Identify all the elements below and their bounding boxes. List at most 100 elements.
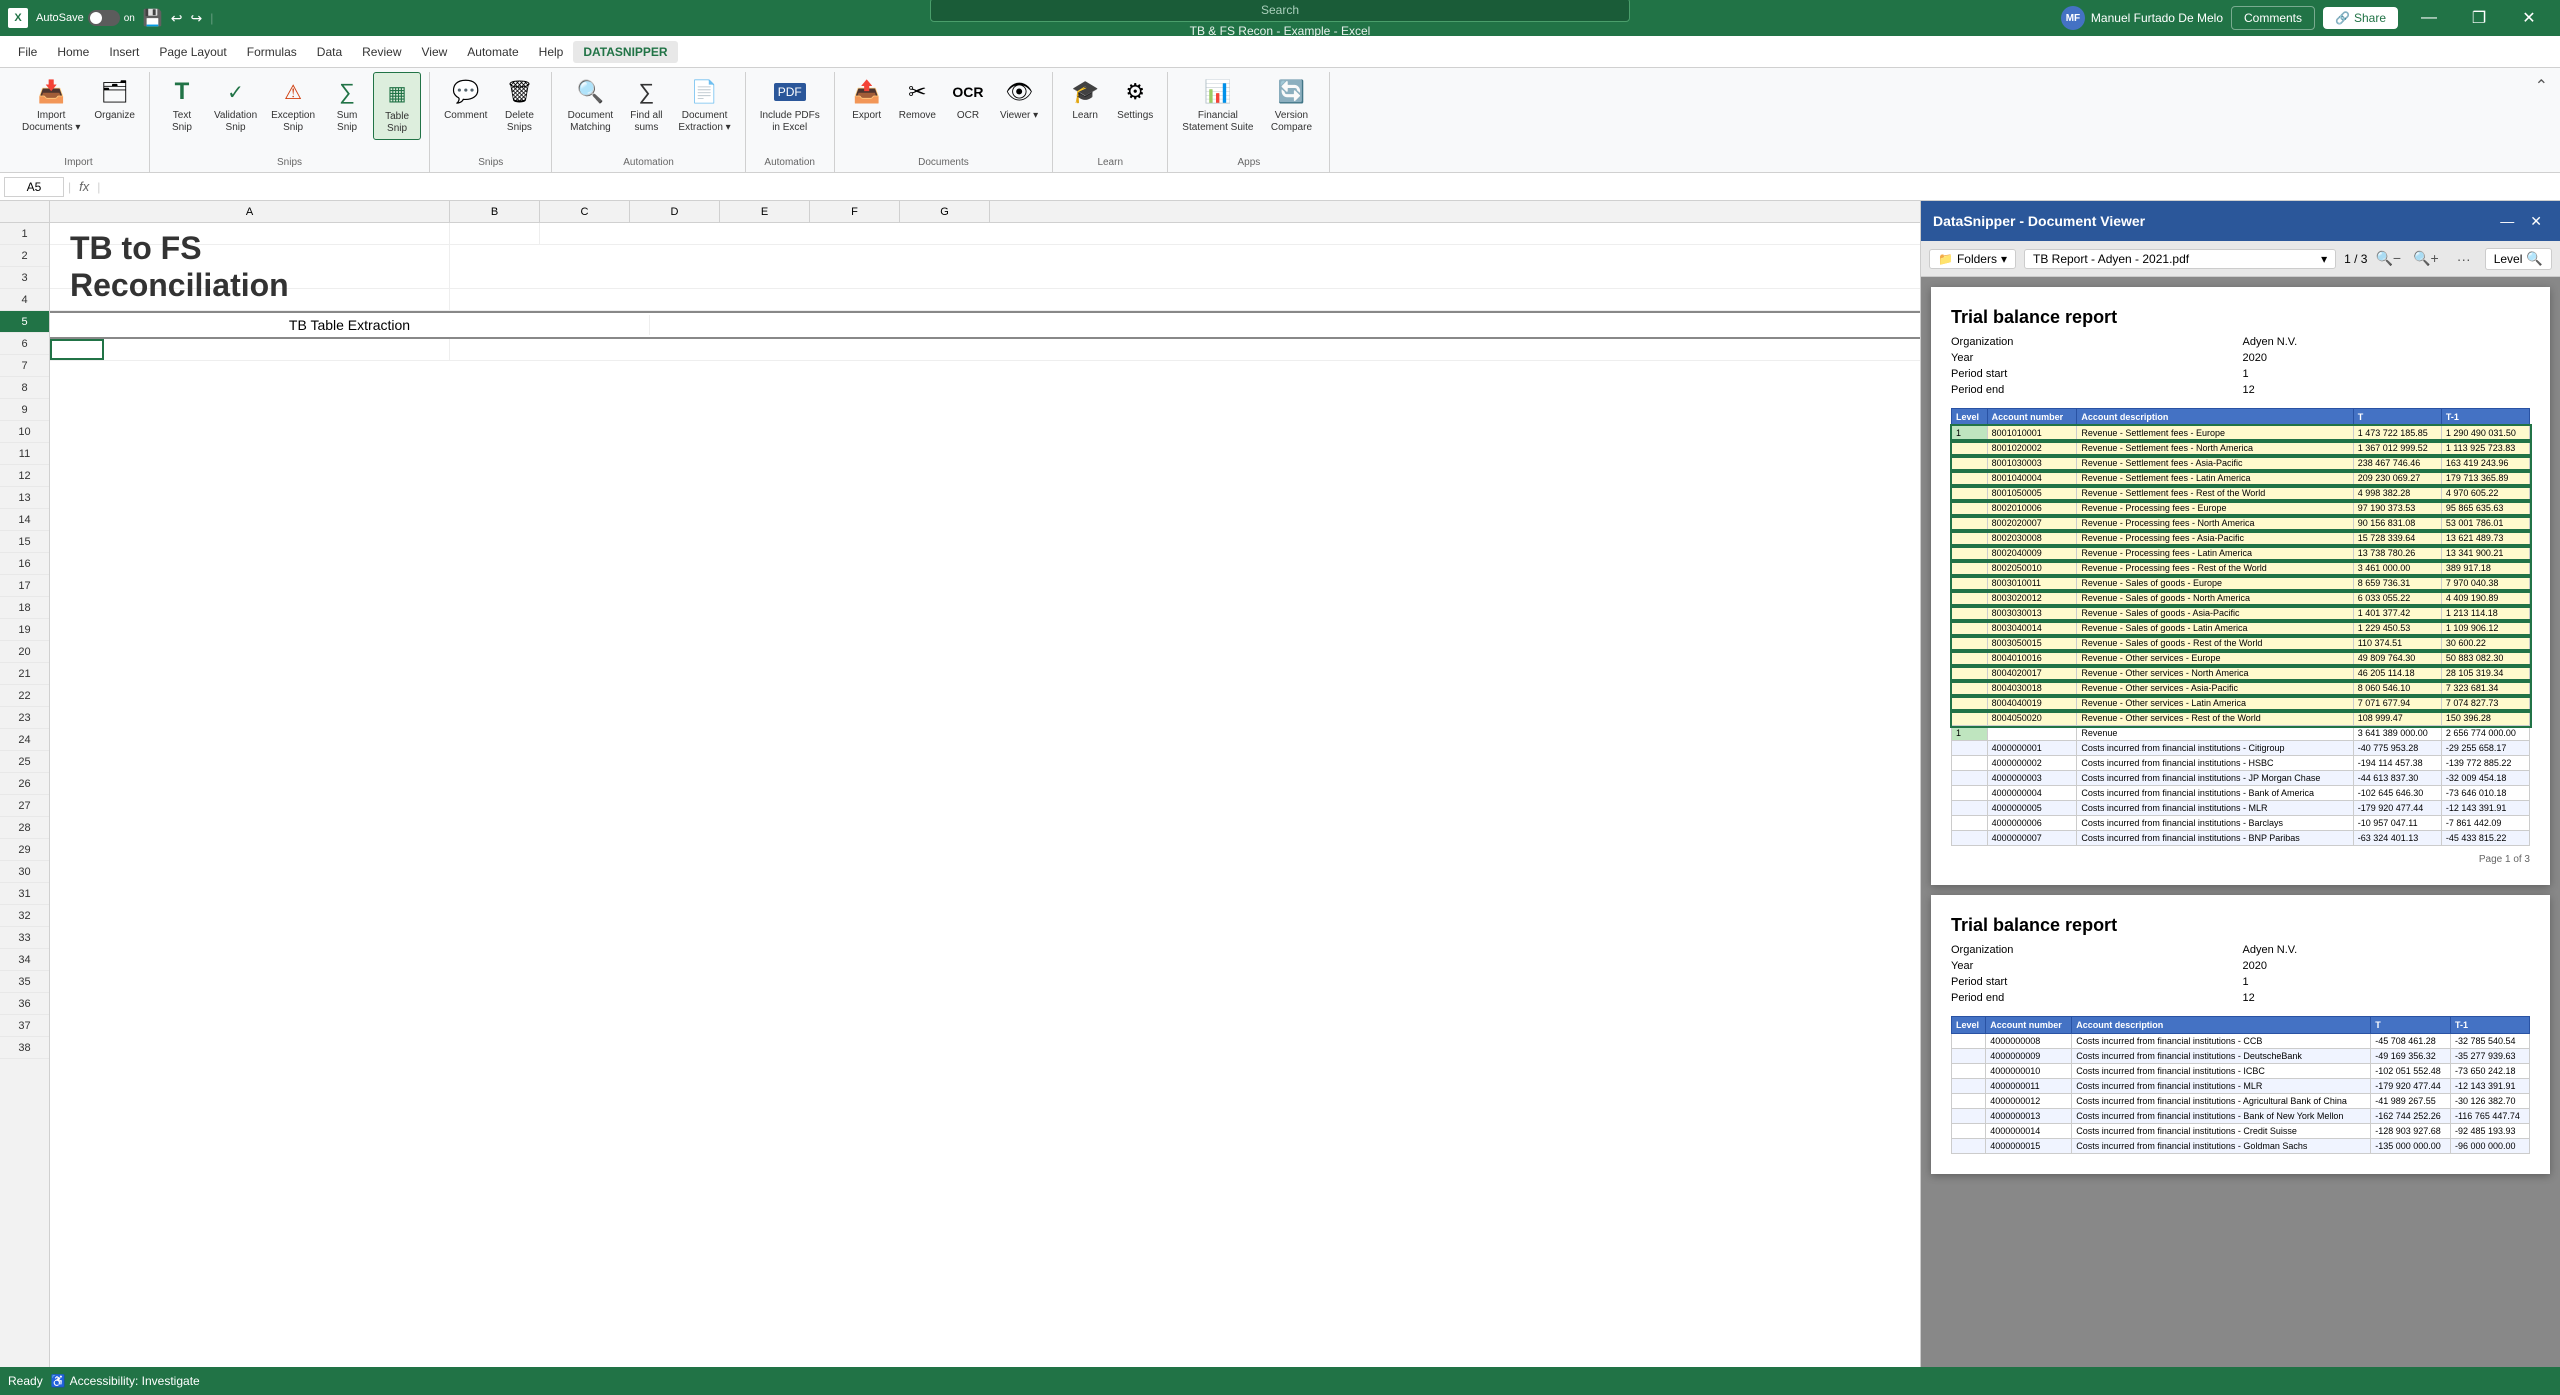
exception-snip-icon: ⚠ (277, 76, 309, 108)
document-extraction-button[interactable]: 📄 DocumentExtraction ▾ (672, 72, 736, 138)
name-box[interactable] (4, 177, 64, 197)
level-search-button[interactable]: 🔍 (2526, 251, 2543, 267)
fx-label: fx (75, 179, 93, 194)
formula-input[interactable] (104, 178, 2556, 196)
sum-snip-button[interactable]: ∑ SumSnip (323, 72, 371, 138)
ribbon-group-documents: 📤 Export ✂ Remove OCR OCR 👁 Viewer ▾ Doc… (835, 72, 1053, 172)
table-snip-button[interactable]: ▦ TableSnip (373, 72, 421, 140)
comments-button[interactable]: Comments (2231, 6, 2315, 30)
comment-label: Comment (444, 110, 487, 122)
doc-viewer-minimize-button[interactable]: — (2494, 211, 2520, 231)
undo-icon[interactable]: ↩ (171, 10, 183, 27)
menu-insert[interactable]: Insert (99, 41, 149, 63)
zoom-out-button[interactable]: 🔍− (2371, 248, 2405, 269)
grid-row-3 (50, 289, 1920, 311)
save-icon[interactable]: 💾 (143, 8, 163, 28)
autosave-toggle[interactable]: AutoSave on (36, 10, 135, 26)
cell-a4-subtitle[interactable]: TB Table Extraction (50, 315, 650, 335)
cell-a3[interactable] (50, 289, 450, 310)
close-button[interactable]: ✕ (2506, 0, 2552, 36)
financial-statement-button[interactable]: 📊 FinancialStatement Suite (1176, 72, 1259, 138)
row-num-19: 19 (0, 619, 49, 641)
user-info: MF Manuel Furtado De Melo (2061, 6, 2223, 30)
menu-automate[interactable]: Automate (457, 41, 528, 63)
file-dropdown[interactable]: TB Report - Adyen - 2021.pdf ▾ (2024, 249, 2336, 269)
redo-icon[interactable]: ↪ (190, 10, 202, 27)
include-pdfs-icon: PDF (774, 76, 806, 108)
exception-snip-button[interactable]: ⚠ ExceptionSnip (265, 72, 321, 138)
learn-button[interactable]: 🎓 Learn (1061, 72, 1109, 126)
col-header-g: G (900, 201, 990, 222)
user-name: Manuel Furtado De Melo (2091, 11, 2223, 25)
organize-icon: 🗂 (99, 76, 131, 108)
collapse-ribbon-icon[interactable]: ⌃ (2535, 76, 2548, 96)
restore-button[interactable]: ❐ (2456, 0, 2502, 36)
row-num-26: 26 (0, 773, 49, 795)
row-num-16: 16 (0, 553, 49, 575)
menu-page-layout[interactable]: Page Layout (149, 41, 236, 63)
year-label-2: Year (1951, 960, 2239, 972)
minimize-button[interactable]: — (2406, 0, 2452, 36)
cell-b1[interactable] (450, 223, 540, 244)
menu-help[interactable]: Help (529, 41, 574, 63)
ribbon: 📥 ImportDocuments ▾ 🗂 Organize Import T … (0, 68, 2560, 173)
comment-icon: 💬 (450, 76, 482, 108)
grid-content-area[interactable]: TB to FS Reconciliation TB Table Extract… (50, 223, 1920, 1367)
zoom-in-button[interactable]: 🔍+ (2409, 248, 2443, 269)
ribbon-collapse[interactable]: ⌃ (2531, 72, 2552, 172)
period-end-value: 12 (2243, 384, 2531, 396)
menu-data[interactable]: Data (307, 41, 352, 63)
menu-review[interactable]: Review (352, 41, 411, 63)
doc-viewer-close-button[interactable]: ✕ (2524, 211, 2548, 232)
level-search[interactable]: Level 🔍 (2485, 248, 2552, 270)
row-num-27: 27 (0, 795, 49, 817)
global-search-input[interactable] (930, 0, 1630, 22)
remove-button[interactable]: ✂ Remove (893, 72, 942, 126)
export-button[interactable]: 📤 Export (843, 72, 891, 126)
row-num-25: 25 (0, 751, 49, 773)
text-snip-button[interactable]: T TextSnip (158, 72, 206, 138)
folders-dropdown[interactable]: 📁 Folders ▾ (1929, 249, 2016, 269)
share-button[interactable]: 🔗 Share (2323, 7, 2398, 29)
menu-formulas[interactable]: Formulas (237, 41, 307, 63)
ocr-label: OCR (957, 110, 979, 122)
menu-home[interactable]: Home (47, 41, 99, 63)
menu-file[interactable]: File (8, 41, 47, 63)
row-num-21: 21 (0, 663, 49, 685)
document-matching-button[interactable]: 🔍 DocumentMatching (560, 72, 620, 138)
version-compare-button[interactable]: 🔄 VersionCompare (1261, 72, 1321, 138)
menu-datasnipper[interactable]: DATASNIPPER (573, 41, 677, 63)
sum-snip-icon: ∑ (331, 76, 363, 108)
cell-b5[interactable] (104, 339, 450, 360)
more-options-button[interactable]: ··· (2451, 249, 2477, 269)
row-num-7: 7 (0, 355, 49, 377)
col-header-b: B (450, 201, 540, 222)
settings-button[interactable]: ⚙ Settings (1111, 72, 1159, 126)
accessibility-text: Accessibility: Investigate (70, 1374, 200, 1388)
autosave-pill[interactable] (88, 10, 120, 26)
table-row: 8003020012Revenue - Sales of goods - Nor… (1952, 591, 2530, 606)
share-label: Share (2354, 11, 2386, 25)
doc-viewer-content[interactable]: Trial balance report Organization Adyen … (1921, 277, 2560, 1367)
validation-snip-button[interactable]: ✓ ValidationSnip (208, 72, 263, 138)
viewer-icon: 👁 (1003, 76, 1035, 108)
row-num-35: 35 (0, 971, 49, 993)
ocr-button[interactable]: OCR OCR (944, 72, 992, 126)
viewer-button[interactable]: 👁 Viewer ▾ (994, 72, 1044, 126)
row-num-34: 34 (0, 949, 49, 971)
table-row: 4000000005Costs incurred from financial … (1952, 801, 2530, 816)
find-all-sums-button[interactable]: ∑ Find allsums (622, 72, 670, 138)
import-documents-button[interactable]: 📥 ImportDocuments ▾ (16, 72, 86, 138)
comment-button[interactable]: 💬 Comment (438, 72, 493, 126)
table-row: 4000000007Costs incurred from financial … (1952, 831, 2530, 846)
settings-icon: ⚙ (1119, 76, 1151, 108)
organize-button[interactable]: 🗂 Organize (88, 72, 141, 126)
include-pdfs-button[interactable]: PDF Include PDFsin Excel (754, 72, 826, 138)
menu-view[interactable]: View (412, 41, 458, 63)
delete-snips-button[interactable]: 🗑 DeleteSnips (495, 72, 543, 138)
cell-a5-selected[interactable] (50, 339, 104, 360)
pdf-page2-meta: Organization Adyen N.V. Year 2020 Period… (1951, 944, 2530, 1004)
validation-snip-icon: ✓ (220, 76, 252, 108)
page-info: 1 / 3 (2344, 252, 2367, 266)
ribbon-group-apps: 📊 FinancialStatement Suite 🔄 VersionComp… (1168, 72, 1330, 172)
